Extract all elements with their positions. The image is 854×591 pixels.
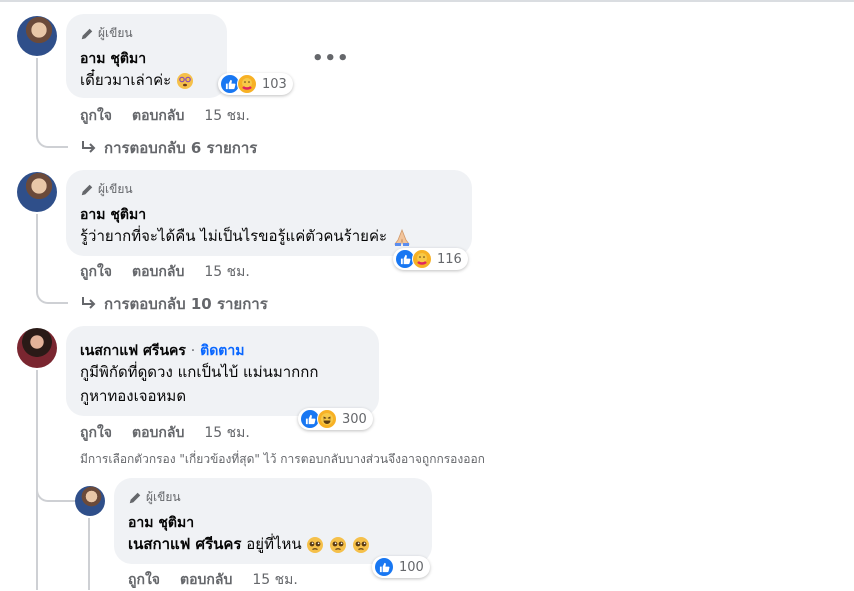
reaction-summary[interactable]: 116 (393, 248, 468, 270)
reaction-count: 103 (262, 76, 287, 92)
comment-text-line: กูหาทองเจอหมด (80, 387, 187, 405)
timestamp[interactable]: 15 ชม. (252, 569, 297, 591)
reply-button[interactable]: ตอบกลับ (132, 261, 184, 283)
reaction-summary[interactable]: 300 (298, 408, 373, 430)
dizzy-face-emoji (177, 72, 194, 89)
reaction-count: 100 (399, 559, 424, 575)
thread-line (36, 370, 38, 590)
author-badge-label: ผู้เขียน (98, 26, 133, 40)
comment-actions: ถูกใจ ตอบกลับ 15 ชม. (80, 261, 270, 283)
reply-button[interactable]: ตอบกลับ (132, 422, 184, 444)
author-badge: ผู้เขียน (128, 488, 181, 507)
author-badge: ผู้เขียน (80, 24, 133, 43)
comment-actions: ถูกใจ ตอบกลับ 15 ชม. (80, 422, 270, 444)
commenter-name[interactable]: อาม ชุติมา (80, 204, 146, 226)
reply-arrow-icon (82, 297, 96, 309)
thread-curve (36, 288, 68, 304)
like-button[interactable]: ถูกใจ (128, 569, 160, 591)
commenter-name-row: เนสกาแฟ ศรีนคร · ติดตาม (80, 340, 245, 362)
author-badge-label: ผู้เขียน (146, 490, 181, 504)
haha-reaction-icon (317, 409, 337, 429)
top-divider (0, 0, 854, 2)
comment-actions: ถูกใจ ตอบกลับ 15 ชม. (80, 105, 270, 127)
comment-text-content: อยู่ที่ไหน (246, 535, 302, 553)
care-reaction-icon (237, 74, 257, 94)
reaction-count: 300 (342, 411, 367, 427)
pen-icon (129, 492, 141, 503)
reaction-summary[interactable]: 100 (372, 556, 430, 578)
like-reaction-icon (374, 557, 394, 577)
avatar[interactable] (17, 16, 57, 56)
avatar[interactable] (75, 486, 105, 516)
comment-text-content: รู้ว่ายากที่จะได้คืน ไม่เป็นไรขอรู้แค่ตั… (80, 227, 388, 245)
commenter-name[interactable]: เนสกาแฟ ศรีนคร (80, 343, 186, 359)
commenter-name[interactable]: อาม ชุติมา (80, 48, 146, 70)
thread-line (36, 214, 38, 288)
pleading-face-emoji (307, 536, 324, 553)
view-replies-label: การตอบกลับ 10 รายการ (104, 295, 268, 313)
comment-text: เดี๋ยวมาเล่าค่ะ (80, 70, 194, 91)
author-badge: ผู้เขียน (80, 180, 133, 199)
reaction-count: 116 (437, 251, 462, 267)
comment-text: รู้ว่ายากที่จะได้คืน ไม่เป็นไรขอรู้แค่ตั… (80, 226, 412, 247)
pleading-face-emoji (330, 536, 347, 553)
like-button[interactable]: ถูกใจ (80, 105, 112, 127)
thread-line (88, 518, 90, 590)
praying-hands-emoji (394, 228, 410, 246)
timestamp[interactable]: 15 ชม. (204, 105, 249, 127)
thread-curve (36, 486, 76, 502)
commenter-name[interactable]: อาม ชุติมา (128, 512, 194, 534)
pen-icon (81, 28, 93, 39)
comment-actions: ถูกใจ ตอบกลับ 15 ชม. (128, 569, 318, 591)
comment-text: เนสกาแฟ ศรีนคร อยู่ที่ไหน (128, 534, 370, 555)
reply-button[interactable]: ตอบกลับ (132, 105, 184, 127)
care-reaction-icon (412, 249, 432, 269)
avatar[interactable] (17, 172, 57, 212)
reply-arrow-icon (82, 141, 96, 153)
author-badge-label: ผู้เขียน (98, 182, 133, 196)
thread-line (36, 58, 38, 132)
timestamp[interactable]: 15 ชม. (204, 261, 249, 283)
like-button[interactable]: ถูกใจ (80, 422, 112, 444)
reply-button[interactable]: ตอบกลับ (180, 569, 232, 591)
view-replies-label: การตอบกลับ 6 รายการ (104, 139, 258, 157)
more-dots-icon[interactable]: ••• (312, 48, 350, 69)
comment-text-content: เดี๋ยวมาเล่าค่ะ (80, 71, 172, 89)
thread-curve (36, 132, 68, 148)
avatar[interactable] (17, 328, 57, 368)
comment-text-line: กูมีพิกัดที่ดูดวง แกเป็นไบ้ แม่นมากกก (80, 363, 319, 381)
like-button[interactable]: ถูกใจ (80, 261, 112, 283)
view-replies-link[interactable]: การตอบกลับ 6 รายการ (80, 136, 257, 160)
follow-separator: · (190, 343, 196, 359)
filter-notice: มีการเลือกตัวกรอง "เกี่ยวข้องที่สุด" ไว้… (80, 452, 485, 466)
mention-link[interactable]: เนสกาแฟ ศรีนคร (128, 535, 241, 553)
view-replies-link[interactable]: การตอบกลับ 10 รายการ (80, 292, 268, 316)
pleading-face-emoji (352, 536, 369, 553)
follow-button[interactable]: ติดตาม (200, 343, 244, 359)
reaction-summary[interactable]: 103 (218, 73, 293, 95)
timestamp[interactable]: 15 ชม. (204, 422, 249, 444)
pen-icon (81, 184, 93, 195)
